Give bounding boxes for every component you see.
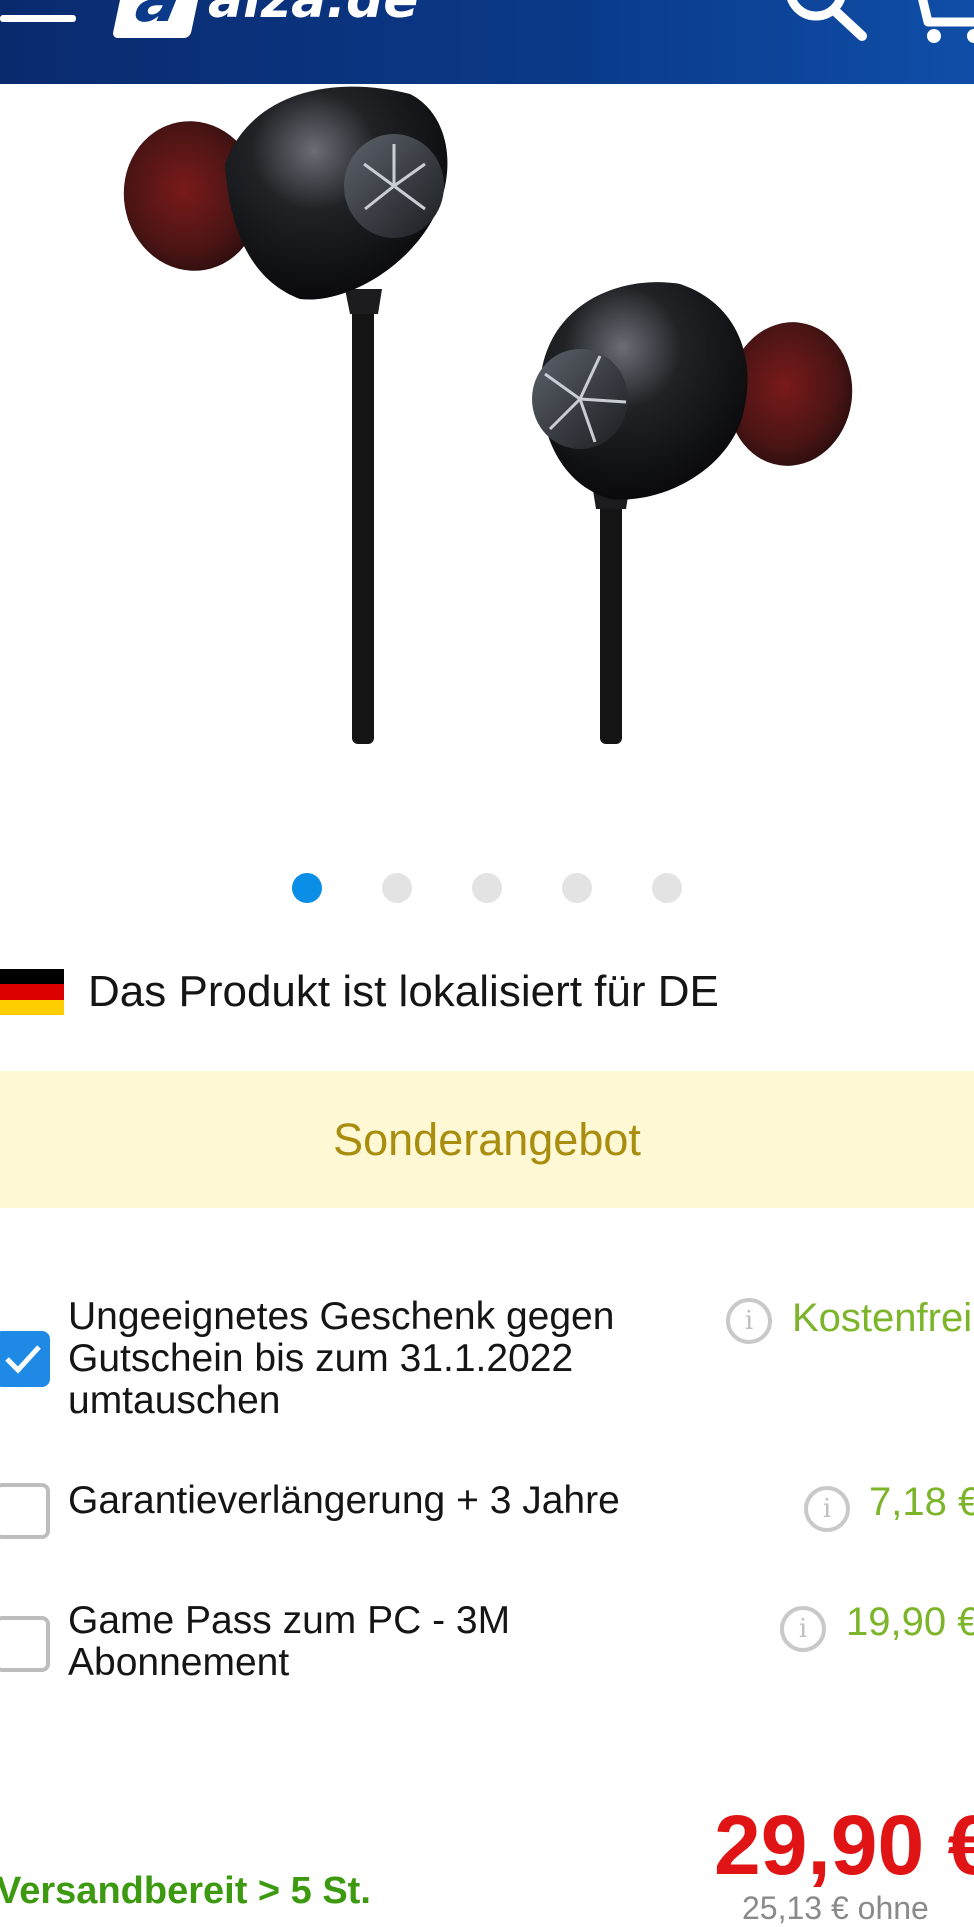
german-flag-icon bbox=[0, 969, 64, 1015]
menu-icon[interactable] bbox=[0, 0, 80, 30]
localization-notice: Das Produkt ist lokalisiert für DE bbox=[0, 962, 974, 1022]
price-without-vat: 25,13 € ohne bbox=[742, 1890, 929, 1926]
gift-exchange-price: Kostenfrei bbox=[792, 1296, 973, 1340]
warranty-extension-label: Garantieverlängerung + 3 Jahre bbox=[68, 1479, 620, 1522]
option-game-pass[interactable]: Game Pass zum PC - 3M Abonnement i 19,90… bbox=[0, 1600, 974, 1690]
gift-exchange-checkbox[interactable] bbox=[0, 1331, 50, 1387]
image-pagination bbox=[0, 873, 974, 907]
gift-exchange-label: Ungeeignetes Geschenk gegen Gutschein bi… bbox=[68, 1295, 615, 1422]
game-pass-label: Game Pass zum PC - 3M Abonnement bbox=[68, 1599, 511, 1684]
warranty-extension-checkbox[interactable] bbox=[0, 1483, 50, 1539]
top-app-bar: a alza.de bbox=[0, 0, 974, 84]
left-earbud bbox=[123, 86, 448, 744]
logo-text: alza.de bbox=[208, 0, 419, 30]
special-offer-label: Sonderangebot bbox=[333, 1113, 641, 1165]
right-earbud bbox=[532, 282, 853, 744]
pagination-dot-3[interactable] bbox=[472, 873, 502, 903]
pagination-dot-4[interactable] bbox=[562, 873, 592, 903]
special-offer-banner[interactable]: Sonderangebot bbox=[0, 1071, 974, 1208]
product-price: 29,90 € bbox=[714, 1798, 974, 1892]
info-icon[interactable]: i bbox=[726, 1298, 772, 1344]
alza-logo[interactable]: a alza.de bbox=[111, 0, 419, 38]
option-gift-exchange[interactable]: Ungeeignetes Geschenk gegen Gutschein bi… bbox=[0, 1296, 974, 1426]
game-pass-price: 19,90 € bbox=[846, 1600, 974, 1644]
cart-icon[interactable] bbox=[904, 0, 974, 50]
warranty-extension-price: 7,18 € bbox=[869, 1480, 974, 1524]
availability-status: Versandbereit > 5 St. bbox=[0, 1870, 371, 1912]
info-icon[interactable]: i bbox=[804, 1486, 850, 1532]
pagination-dot-5[interactable] bbox=[652, 873, 682, 903]
info-icon[interactable]: i bbox=[780, 1606, 826, 1652]
pagination-dot-2[interactable] bbox=[382, 873, 412, 903]
option-warranty-extension[interactable]: Garantieverlängerung + 3 Jahre i 7,18 € bbox=[0, 1480, 974, 1550]
product-image[interactable] bbox=[0, 84, 974, 764]
localization-text: Das Produkt ist lokalisiert für DE bbox=[88, 967, 719, 1016]
pagination-dot-1[interactable] bbox=[292, 873, 322, 903]
alza-logo-mark: a bbox=[111, 0, 207, 38]
game-pass-checkbox[interactable] bbox=[0, 1616, 50, 1672]
checkmark-icon bbox=[5, 1345, 41, 1374]
search-icon[interactable] bbox=[778, 0, 868, 50]
